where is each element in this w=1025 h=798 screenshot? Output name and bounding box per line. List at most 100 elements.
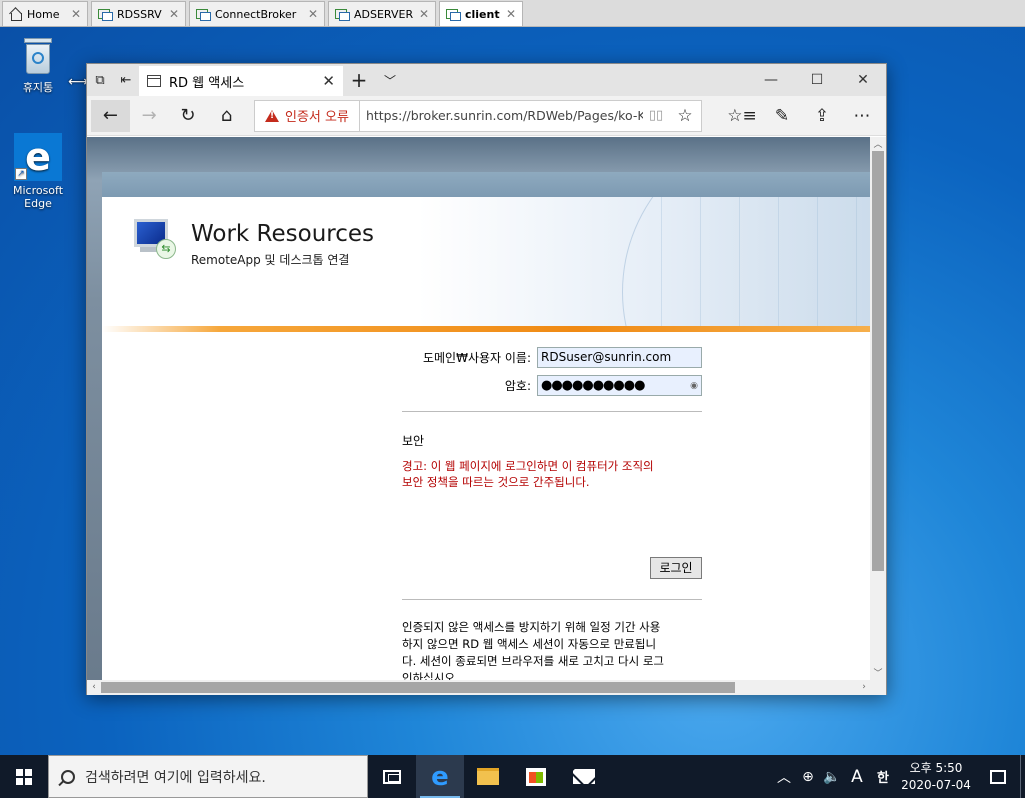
favorites-hub-icon[interactable]: ☆≡ <box>722 106 762 126</box>
refresh-icon[interactable]: ↻ <box>169 100 208 132</box>
shortcut-arrow-icon: ↗ <box>15 168 27 180</box>
rd-header: ⇆ Work Resources RemoteApp 및 데스크톱 연결 <box>102 197 871 332</box>
more-icon[interactable]: ⋯ <box>842 106 882 126</box>
taskbar-store[interactable] <box>512 755 560 798</box>
rd-top-strip <box>102 172 871 197</box>
virtual-machine-icon <box>335 8 350 21</box>
header-divider <box>102 326 871 332</box>
warning-line: 경고: 이 웹 페이지에 로그인하면 이 컴퓨터가 조직의 <box>402 459 654 473</box>
scroll-up-icon[interactable]: ︿ <box>870 137 886 151</box>
clock[interactable]: 오후 5:50 2020-07-04 <box>896 760 976 794</box>
close-icon[interactable]: ✕ <box>419 7 429 21</box>
forward-arrow-icon[interactable]: → <box>130 100 169 132</box>
share-icon[interactable]: ⇪ <box>802 106 842 126</box>
certificate-error-button[interactable]: 인증서 오류 <box>255 100 360 131</box>
virtual-machine-icon <box>98 8 113 21</box>
taskbar-edge[interactable]: e <box>416 755 464 798</box>
virtual-machine-icon <box>446 8 461 21</box>
desktop-icon-recycle-bin[interactable]: 휴지통 <box>3 36 73 95</box>
vm-tab-connectbroker[interactable]: ConnectBroker ✕ <box>189 1 325 27</box>
reading-view-icon[interactable]: ▯▯ <box>643 108 669 123</box>
folder-icon <box>477 768 499 785</box>
username-label: 도메인₩사용자 이름: <box>422 351 531 365</box>
desktop-icon-label: Microsoft <box>12 184 64 197</box>
home-icon <box>9 8 22 21</box>
globe-decoration <box>622 197 871 332</box>
ime-language-indicator[interactable]: 한 <box>870 767 896 786</box>
desktop-icon-edge[interactable]: e ↗ Microsoft Edge <box>3 133 73 210</box>
browser-tab-rd-web[interactable]: RD 웹 액세스 ✕ <box>139 66 343 96</box>
close-icon[interactable]: ✕ <box>71 7 81 21</box>
virtual-machine-icon <box>196 8 211 21</box>
info-line: 인하십시오. <box>402 671 459 680</box>
scroll-left-icon[interactable]: ‹ <box>87 680 101 695</box>
recycle-bin-icon <box>21 36 55 76</box>
search-placeholder: 검색하려면 여기에 입력하세요. <box>85 769 266 786</box>
task-view-button[interactable] <box>368 755 416 798</box>
navigation-bar: ← → ↻ ⌂ 인증서 오류 https://broker.sunrin.com… <box>87 96 886 136</box>
page-icon <box>147 75 161 87</box>
pen-icon[interactable]: ✎ <box>762 106 802 126</box>
desktop-icon-label: Edge <box>24 197 52 210</box>
maximize-icon[interactable]: ☐ <box>794 64 840 96</box>
network-icon[interactable]: ⊕ <box>796 769 820 785</box>
login-button[interactable]: 로그인 <box>650 557 702 579</box>
reveal-password-icon[interactable]: ◉ <box>690 381 698 391</box>
username-input[interactable]: RDSuser@sunrin.com <box>537 347 702 368</box>
window-controls: — ☐ ✕ <box>748 64 886 96</box>
tabs-aside-icon[interactable]: ⧉ <box>87 64 113 96</box>
close-icon[interactable]: ✕ <box>169 7 179 21</box>
address-bar[interactable]: 인증서 오류 https://broker.sunrin.com/RDWeb/P… <box>254 99 702 132</box>
vm-tab-rdssrv[interactable]: RDSSRV ✕ <box>91 1 186 27</box>
scrollbar-thumb[interactable] <box>872 151 884 571</box>
search-box[interactable]: 검색하려면 여기에 입력하세요. <box>48 755 368 798</box>
warning-icon <box>265 109 279 122</box>
minimize-icon[interactable]: — <box>748 64 794 96</box>
home-icon[interactable]: ⌂ <box>207 100 246 132</box>
volume-icon[interactable]: 🔈 <box>820 769 844 785</box>
close-icon[interactable]: ✕ <box>506 7 516 21</box>
vm-tab-label: ConnectBroker <box>215 7 297 21</box>
url-text[interactable]: https://broker.sunrin.com/RDWeb/Pages/ko… <box>360 108 643 123</box>
vm-tab-adserver[interactable]: ADSERVER ✕ <box>328 1 436 27</box>
info-line: 인증되지 않은 액세스를 방지하기 위해 일정 기간 사용 <box>402 620 661 634</box>
password-input[interactable]: ●●●●●●●●●● ◉ <box>537 375 702 396</box>
scrollbar-thumb[interactable] <box>101 682 735 693</box>
start-button[interactable] <box>0 755 48 798</box>
vm-tab-label: client <box>465 7 500 21</box>
star-icon[interactable]: ☆ <box>669 106 701 126</box>
vm-tab-client[interactable]: client ✕ <box>439 1 523 27</box>
close-tab-icon[interactable]: ✕ <box>322 72 335 90</box>
new-tab-button[interactable]: + <box>343 64 375 96</box>
vertical-scrollbar[interactable]: ︿ ﹀ <box>870 137 886 680</box>
back-arrow-icon[interactable]: ← <box>91 99 130 132</box>
chevron-down-icon[interactable]: ﹀ <box>375 64 405 96</box>
session-info: 인증되지 않은 액세스를 방지하기 위해 일정 기간 사용 하지 않으면 RD … <box>402 619 702 680</box>
clock-date: 2020-07-04 <box>901 777 971 792</box>
vm-tab-label: RDSSRV <box>117 7 162 21</box>
scroll-right-icon[interactable]: › <box>857 680 871 695</box>
horizontal-scrollbar[interactable]: ‹ › <box>87 680 871 695</box>
password-label: 암호: <box>504 379 531 393</box>
warning-line: 보안 정책을 따르는 것으로 간주됩니다. <box>402 475 590 489</box>
store-icon <box>526 767 546 786</box>
scroll-down-icon[interactable]: ﹀ <box>870 666 886 680</box>
ime-mode-indicator[interactable]: A <box>844 767 870 787</box>
edge-icon: e ↗ <box>14 133 62 181</box>
close-window-icon[interactable]: ✕ <box>840 64 886 96</box>
form-divider <box>402 411 702 412</box>
page-title: Work Resources <box>191 221 375 247</box>
action-center-button[interactable] <box>976 755 1020 798</box>
taskbar-mail[interactable] <box>560 755 608 798</box>
tab-preview-icon[interactable]: ⇤ <box>113 64 139 96</box>
security-heading: 보안 <box>402 434 425 448</box>
remote-desktop-icon: ⇆ <box>134 219 176 259</box>
vm-tab-home[interactable]: Home ✕ <box>2 1 88 27</box>
search-icon <box>61 769 75 784</box>
chevron-up-icon[interactable]: ︿ <box>772 767 796 787</box>
close-icon[interactable]: ✕ <box>308 7 318 21</box>
taskbar-file-explorer[interactable] <box>464 755 512 798</box>
page-subtitle: RemoteApp 및 데스크톱 연결 <box>191 253 350 267</box>
info-line: 다. 세션이 종료되면 브라우저를 새로 고치고 다시 로그 <box>402 654 665 668</box>
show-desktop-button[interactable] <box>1020 755 1025 798</box>
